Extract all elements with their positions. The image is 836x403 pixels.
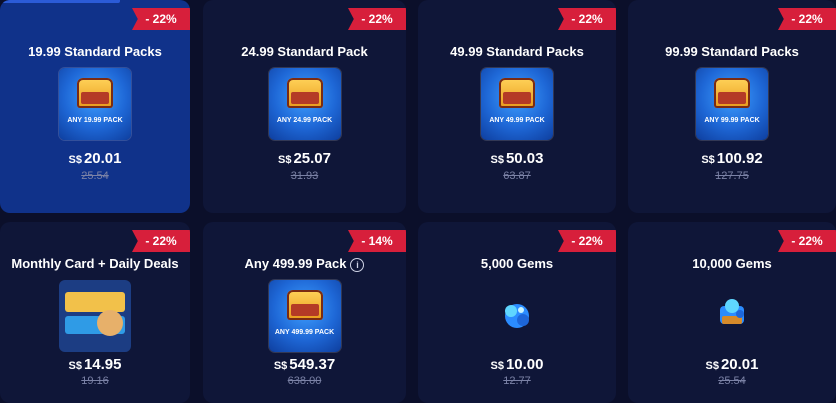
chest-pack-image: ANY 19.99 PACK [59, 68, 131, 140]
offer-title: 19.99 Standard Packs [28, 44, 162, 59]
offer-title: 5,000 Gems [480, 256, 554, 271]
discount-badge: - 22% [558, 230, 616, 252]
currency: S$ [68, 360, 82, 372]
chest-pack-image: ANY 99.99 PACK [696, 68, 768, 140]
pack-label: ANY 49.99 PACK [489, 117, 545, 124]
price: S$ 549.37 [203, 356, 406, 373]
chest-pack-image: ANY 49.99 PACK [481, 68, 553, 140]
price-value: 20.01 [720, 356, 759, 373]
pack-label: ANY 24.99 PACK [276, 117, 333, 124]
currency: S$ [705, 360, 719, 372]
currency: S$ [277, 154, 292, 166]
discount-badge: - 22% [778, 8, 836, 30]
price: S$ 25.07 [203, 150, 406, 167]
price-value: 50.03 [505, 150, 544, 167]
offer-card-499-99[interactable]: - 14% Any 499.99 Pack i ANY 499.99 PACK S… [203, 222, 406, 403]
discount-badge: - 22% [132, 230, 190, 252]
chest-icon [499, 78, 535, 108]
offer-title: 49.99 Standard Packs [450, 44, 584, 59]
discount-badge: - 22% [558, 8, 616, 30]
price-value: 14.95 [83, 356, 122, 373]
price-value: 100.92 [716, 150, 763, 167]
discount-badge: - 22% [132, 8, 190, 30]
currency: S$ [273, 360, 288, 372]
chest-icon [286, 78, 323, 108]
currency: S$ [701, 154, 715, 166]
offer-card-24-99[interactable]: - 22% 24.99 Standard Pack ANY 24.99 PACK… [203, 0, 406, 213]
pack-label: ANY 19.99 PACK [67, 117, 123, 124]
offer-card-49-99[interactable]: - 22% 49.99 Standard Packs ANY 49.99 PAC… [418, 0, 616, 213]
chest-pack-image: ANY 499.99 PACK [268, 280, 341, 352]
chest-icon [714, 78, 750, 108]
price: S$ 20.01 [0, 150, 190, 167]
monthly-card-image [59, 280, 131, 352]
selected-indicator [0, 0, 120, 3]
pack-label: ANY 499.99 PACK [274, 329, 335, 336]
original-price: 25.54 [81, 170, 109, 182]
offer-card-99-99[interactable]: - 22% 99.99 Standard Packs ANY 99.99 PAC… [628, 0, 836, 213]
offer-card-monthly[interactable]: - 22% Monthly Card + Daily Deals S$ 14.95… [0, 222, 190, 403]
original-price: 127.75 [715, 170, 749, 182]
chest-icon [77, 78, 113, 108]
offer-title: Monthly Card + Daily Deals [11, 256, 179, 271]
chest-pack-image: ANY 24.99 PACK [268, 68, 341, 140]
gem-chest-icon [720, 299, 744, 324]
currency: S$ [68, 154, 82, 166]
price: S$ 14.95 [0, 356, 190, 373]
original-price: 19.16 [81, 375, 109, 387]
pack-label: ANY 99.99 PACK [704, 117, 760, 124]
price-value: 549.37 [289, 356, 336, 373]
offer-title: Any 499.99 Pack i [203, 256, 406, 272]
original-price: 638.00 [287, 375, 322, 387]
price-value: 20.01 [83, 150, 122, 167]
offer-title: 24.99 Standard Pack [241, 44, 368, 59]
offer-title: 10,000 Gems [692, 256, 772, 271]
discount-badge: - 14% [348, 230, 406, 252]
price: S$ 20.01 [628, 356, 836, 373]
offer-title: 99.99 Standard Packs [665, 44, 799, 59]
offer-grid: - 22% 19.99 Standard Packs ANY 19.99 PAC… [0, 0, 836, 403]
original-price: 12.77 [503, 375, 531, 387]
price-value: 10.00 [505, 356, 544, 373]
price: S$ 50.03 [418, 150, 616, 167]
offer-card-10000-gems[interactable]: - 22% 10,000 Gems S$ 20.01 25.54 [628, 222, 836, 403]
chest-icon [286, 290, 323, 320]
discount-badge: - 22% [778, 230, 836, 252]
discount-badge: - 22% [348, 8, 406, 30]
price-value: 25.07 [293, 150, 331, 167]
price: S$ 10.00 [418, 356, 616, 373]
offer-card-19-99[interactable]: - 22% 19.99 Standard Packs ANY 19.99 PAC… [0, 0, 190, 213]
original-price: 25.54 [718, 375, 746, 387]
price: S$ 100.92 [628, 150, 836, 167]
currency: S$ [490, 360, 504, 372]
currency: S$ [490, 154, 504, 166]
original-price: 31.93 [290, 170, 319, 182]
info-icon[interactable]: i [350, 257, 365, 272]
gem-icon [505, 304, 529, 328]
original-price: 63.87 [503, 170, 531, 182]
offer-card-5000-gems[interactable]: - 22% 5,000 Gems S$ 10.00 12.77 [418, 222, 616, 403]
